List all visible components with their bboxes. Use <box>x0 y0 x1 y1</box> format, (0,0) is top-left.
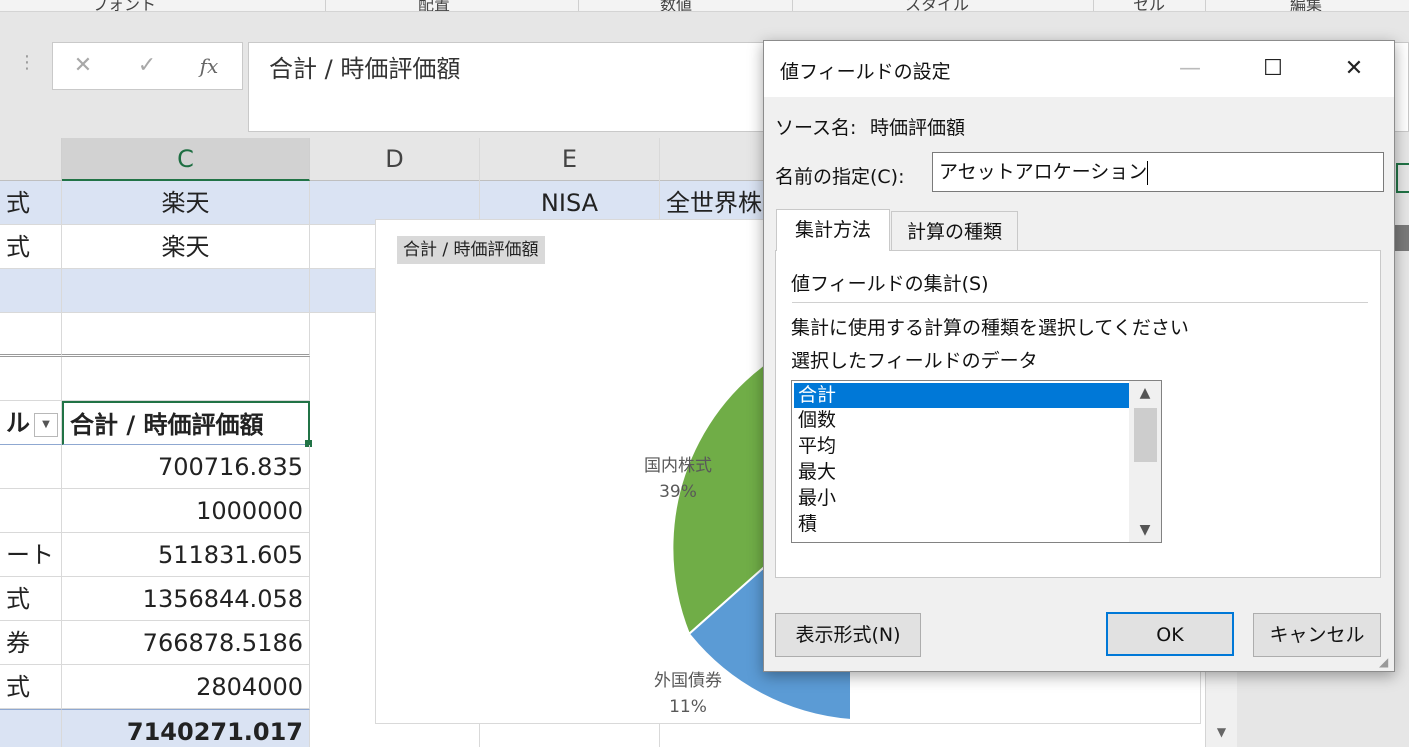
filter-dropdown-icon[interactable]: ▼ <box>34 413 58 437</box>
pivot-value-header-cell[interactable]: 合計 / 時価評価額 <box>62 401 310 445</box>
source-name-value: 時価評価額 <box>870 117 966 139</box>
ribbon-separator <box>578 0 579 11</box>
divider <box>792 302 1368 303</box>
scroll-down-arrow-icon[interactable]: ▼ <box>1206 720 1237 744</box>
ribbon-group-alignment: 配置 <box>418 0 451 12</box>
cell[interactable]: 楽天 <box>62 225 310 269</box>
column-header-d[interactable]: D <box>310 138 480 181</box>
number-format-button[interactable]: 表示形式(N) <box>775 613 921 657</box>
pie-label-foreign-bond: 外国債券 11% <box>638 666 738 717</box>
ribbon-group-labels: フォント 配置 数値 スタイル セル 編集 <box>0 0 1409 12</box>
maximize-icon[interactable]: ☐ <box>1251 51 1295 87</box>
ok-button[interactable]: OK <box>1106 612 1234 656</box>
ribbon-separator <box>1205 0 1206 11</box>
tab-summarize-by[interactable]: 集計方法 <box>776 209 890 251</box>
formula-bar-buttons: ✕ ✓ fx <box>52 42 243 90</box>
cell[interactable]: 1356844.058 <box>62 577 310 621</box>
panel-edge-icon[interactable] <box>1396 163 1409 193</box>
enter-check-icon[interactable]: ✓ <box>127 51 167 81</box>
pie-label-name: 外国債券 <box>654 671 722 691</box>
scroll-up-arrow-icon[interactable]: ▲ <box>1129 381 1161 405</box>
ribbon-separator <box>1093 0 1094 11</box>
cell[interactable]: ート <box>0 533 62 577</box>
close-icon[interactable]: ✕ <box>1332 51 1376 87</box>
column-header-e[interactable]: E <box>480 138 660 181</box>
scroll-down-arrow-icon[interactable]: ▼ <box>1129 518 1161 542</box>
cell[interactable]: 式 <box>0 665 62 709</box>
pivot-row-label-header[interactable]: ル ▼ <box>0 401 62 445</box>
custom-name-value: アセットアロケーション <box>939 161 1148 183</box>
ribbon-group-number: 数値 <box>660 0 693 12</box>
minimize-icon[interactable]: — <box>1168 51 1212 87</box>
section-title: 値フィールドの集計(S) <box>791 273 989 295</box>
instruction-text: 集計に使用する計算の種類を選択してください <box>791 317 1189 339</box>
cell[interactable] <box>0 445 62 489</box>
list-scrollbar[interactable]: ▲ ▼ <box>1129 381 1161 542</box>
list-item-min[interactable]: 最小 <box>794 486 1129 511</box>
cell[interactable] <box>0 269 62 313</box>
cancel-button[interactable]: キャンセル <box>1253 613 1381 657</box>
ribbon-group-editing: 編集 <box>1290 0 1323 12</box>
cell[interactable] <box>0 489 62 533</box>
column-header-c[interactable]: C <box>62 138 310 181</box>
cell[interactable]: 式 <box>0 225 62 269</box>
list-item-max[interactable]: 最大 <box>794 460 1129 485</box>
ribbon-separator <box>325 0 326 11</box>
cell[interactable] <box>62 313 310 357</box>
list-item-product[interactable]: 積 <box>794 512 1129 537</box>
dialog-title: 値フィールドの設定 <box>780 61 951 83</box>
pie-label-percent: 11% <box>669 697 707 717</box>
resize-grip-icon[interactable]: ◢ <box>1379 655 1393 669</box>
ribbon-group-font: フォント <box>92 0 157 12</box>
pie-label-name: 国内株式 <box>644 456 712 476</box>
formula-bar-grip-icon[interactable]: ⋮ <box>18 52 36 73</box>
ribbon-group-cells: セル <box>1133 0 1166 12</box>
panel-handle-icon[interactable] <box>1393 225 1409 251</box>
custom-name-label: 名前の指定(C): <box>775 166 905 188</box>
ribbon-group-styles: スタイル <box>905 0 970 12</box>
tab-panel: 値フィールドの集計(S) 集計に使用する計算の種類を選択してください 選択したフ… <box>775 250 1381 578</box>
cell[interactable] <box>0 709 62 747</box>
cell[interactable]: 券 <box>0 621 62 665</box>
dialog-titlebar[interactable]: 値フィールドの設定 — ☐ ✕ <box>764 41 1394 97</box>
cell[interactable] <box>0 313 62 357</box>
cell[interactable] <box>62 357 310 401</box>
pie-label-domestic-stock: 国内株式 39% <box>628 451 728 502</box>
cell[interactable]: 511831.605 <box>62 533 310 577</box>
cell[interactable]: 式 <box>0 577 62 621</box>
ribbon-separator <box>792 0 793 11</box>
list-item-sum[interactable]: 合計 <box>794 383 1129 408</box>
summary-function-list[interactable]: 合計 個数 平均 最大 最小 積 ▲ ▼ <box>791 380 1162 543</box>
custom-name-input[interactable]: アセットアロケーション <box>932 152 1384 192</box>
cell[interactable] <box>62 269 310 313</box>
tab-show-values-as[interactable]: 計算の種類 <box>891 211 1018 251</box>
grand-total-cell[interactable]: 7140271.017 <box>62 709 310 747</box>
text-caret <box>1147 160 1149 185</box>
cell[interactable]: 2804000 <box>62 665 310 709</box>
cell[interactable]: 766878.5186 <box>62 621 310 665</box>
field-data-label: 選択したフィールドのデータ <box>791 350 1038 372</box>
cell[interactable]: 1000000 <box>62 489 310 533</box>
value-field-settings-dialog: 値フィールドの設定 — ☐ ✕ ソース名: 時価評価額 名前の指定(C): アセ… <box>763 40 1395 672</box>
list-item-average[interactable]: 平均 <box>794 434 1129 459</box>
column-header-b[interactable] <box>0 138 62 181</box>
cell[interactable]: 式 <box>0 181 62 225</box>
pie-label-percent: 39% <box>659 482 697 502</box>
insert-function-icon[interactable]: fx <box>189 51 229 81</box>
cancel-icon[interactable]: ✕ <box>63 51 103 81</box>
list-item-count[interactable]: 個数 <box>794 408 1129 433</box>
cell[interactable]: 楽天 <box>62 181 310 225</box>
cell[interactable] <box>0 357 62 401</box>
scrollbar-thumb[interactable] <box>1134 408 1157 462</box>
source-name-label: ソース名: <box>775 117 857 139</box>
cell[interactable]: 700716.835 <box>62 445 310 489</box>
row-label-text: ル <box>6 409 30 437</box>
